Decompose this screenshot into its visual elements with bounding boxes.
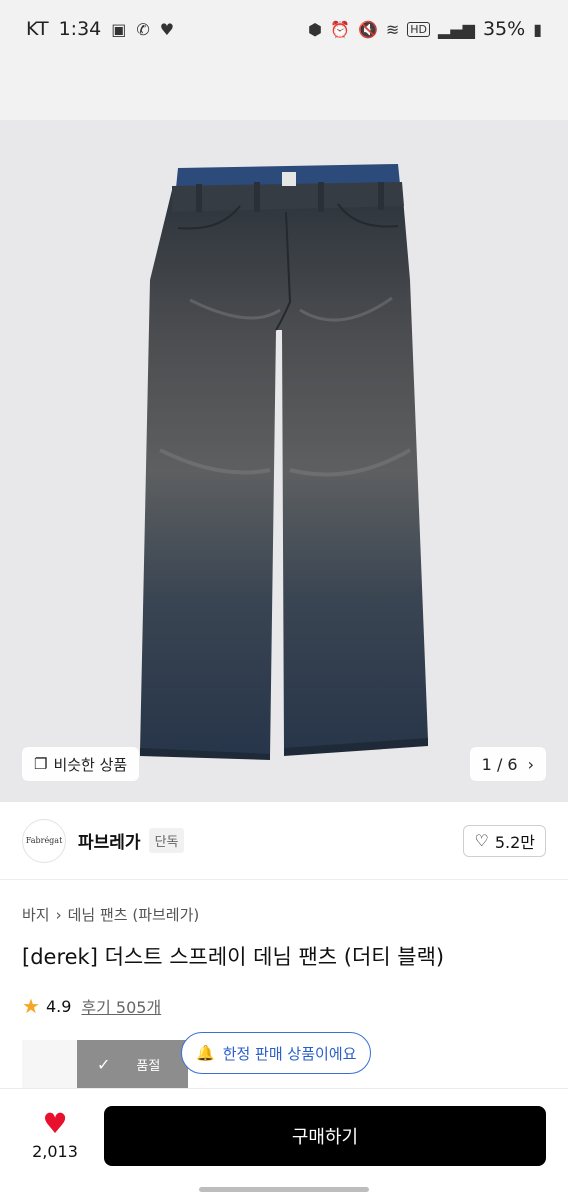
heart-outline-icon: ♡ xyxy=(474,831,489,850)
alarm-icon: ⏰ xyxy=(330,19,350,39)
brand-logo-text: Fabrégat xyxy=(25,836,63,845)
breadcrumb-category[interactable]: 바지 xyxy=(22,904,50,925)
product-title: [derek] 더스트 스프레이 데님 팬츠 (더티 블랙) xyxy=(22,945,445,969)
signal-icon: ▂▄▆ xyxy=(438,19,475,39)
like-count: 5.2만 xyxy=(494,832,535,852)
exclusive-badge: 단독 xyxy=(148,828,185,853)
heart-icon: ♥ xyxy=(159,19,175,39)
rating-row: ★ 4.9 후기 505개 xyxy=(22,994,161,1018)
mute-icon: 🔇 xyxy=(357,19,378,39)
home-indicator[interactable] xyxy=(199,1187,369,1192)
carrier: KT xyxy=(26,18,49,40)
bell-icon: 🔔 xyxy=(196,1044,215,1062)
bottom-action-bar: ♥ 2,013 구매하기 xyxy=(0,1088,568,1182)
android-icon: ⬢ xyxy=(308,19,323,39)
buy-button[interactable]: 구매하기 xyxy=(104,1105,546,1166)
similar-products-label: 비슷한 상품 xyxy=(53,755,128,774)
limited-sale-chip[interactable]: 🔔 한정 판매 상품이에요 xyxy=(181,1032,372,1074)
breadcrumb: 바지 › 데님 팬츠 (파브레가) xyxy=(22,904,199,925)
image-counter[interactable]: 1 / 6 › xyxy=(469,747,546,781)
like-button[interactable]: ♡ 5.2만 xyxy=(463,824,546,857)
wishlist-button[interactable]: ♥ 2,013 xyxy=(22,1107,88,1162)
brand-name[interactable]: 파브레가 xyxy=(78,828,141,853)
jeans-image xyxy=(140,164,428,760)
breadcrumb-subcategory[interactable]: 데님 팬츠 (파브레가) xyxy=(68,904,200,925)
hd-icon: HD xyxy=(407,21,431,37)
battery-icon: ▮ xyxy=(533,19,542,39)
soldout-label: 품절 xyxy=(136,1058,161,1074)
soldout-option[interactable]: ✓ 품절 xyxy=(77,1040,188,1088)
brand-row: Fabrégat 파브레가 단독 ♡ 5.2만 xyxy=(0,802,568,880)
star-icon: ★ xyxy=(22,994,40,1018)
review-link[interactable]: 후기 505개 xyxy=(81,994,161,1018)
product-image-gallery[interactable] xyxy=(0,120,568,802)
status-bar: KT 1:34 ▣ ✆ ♥ ⬢ ⏰ 🔇 ≋ HD ▂▄▆ 35% ▮ xyxy=(0,0,568,58)
heart-filled-icon: ♥ xyxy=(42,1107,68,1140)
wifi-icon: ≋ xyxy=(385,19,400,39)
call-wifi-icon: ✆ xyxy=(136,19,150,39)
app-header xyxy=(0,58,568,120)
chevron-right-icon: › xyxy=(55,905,62,924)
chevron-right-icon: › xyxy=(527,754,534,774)
copy-icon: ❐ xyxy=(34,755,48,773)
option-thumbnail[interactable] xyxy=(22,1040,77,1088)
image-counter-text: 1 / 6 xyxy=(481,754,518,774)
similar-products-button[interactable]: ❐ 비슷한 상품 xyxy=(22,747,140,781)
limited-sale-label: 한정 판매 상품이에요 xyxy=(222,1044,357,1063)
rating-value: 4.9 xyxy=(45,996,72,1016)
clock: 1:34 xyxy=(58,18,102,40)
image-icon: ▣ xyxy=(111,19,127,39)
battery-percent: 35% xyxy=(482,18,526,40)
brand-logo[interactable]: Fabrégat xyxy=(22,818,66,863)
check-icon: ✓ xyxy=(97,1054,111,1074)
wishlist-count: 2,013 xyxy=(32,1142,78,1161)
